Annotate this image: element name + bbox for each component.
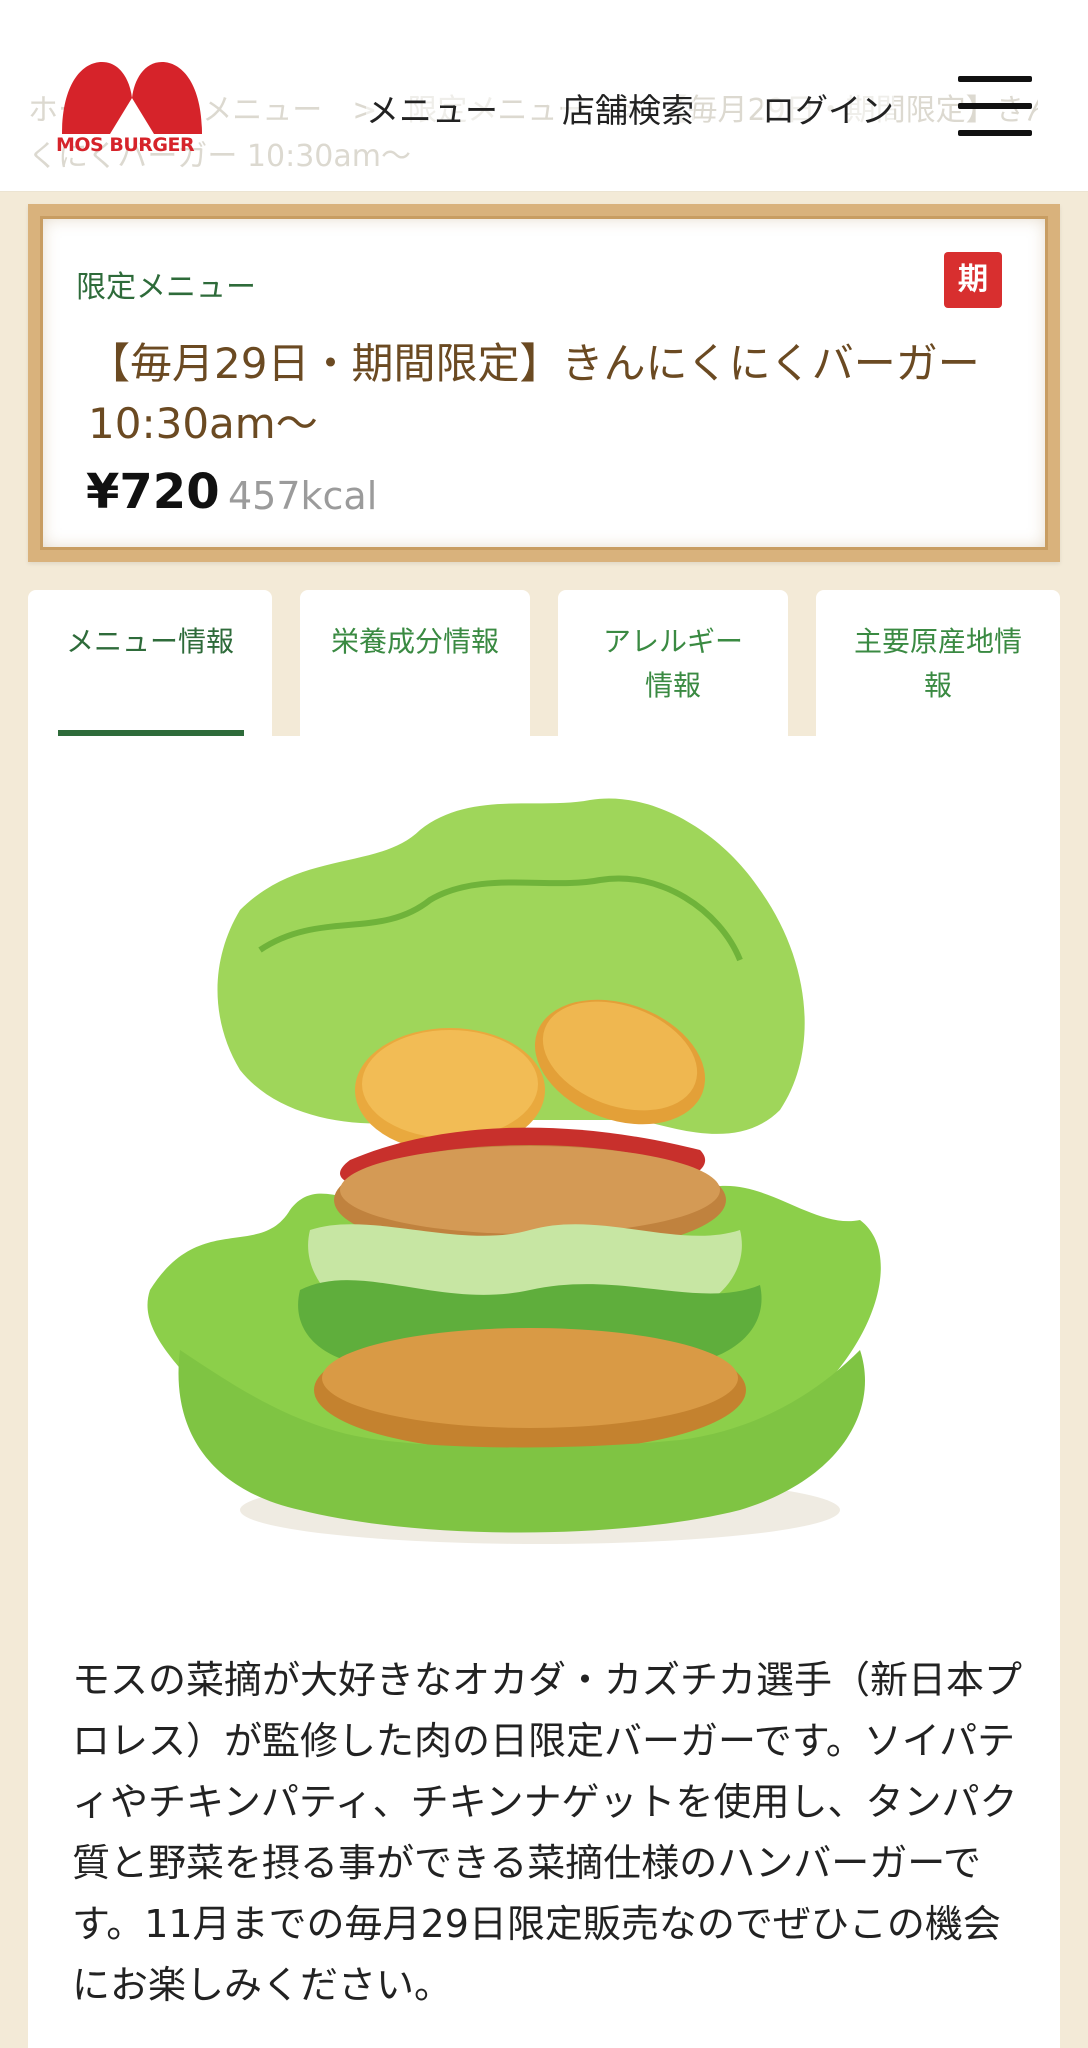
product-calories: 457kcal xyxy=(228,474,378,518)
tab-origin-info[interactable]: 主要原産地情報 xyxy=(816,590,1060,736)
burger-product-image xyxy=(147,798,881,1544)
tab-label: アレルギー情報 xyxy=(602,625,743,702)
hamburger-menu-icon[interactable] xyxy=(958,76,1032,136)
tab-allergy-info[interactable]: アレルギー情報 xyxy=(558,590,788,736)
product-title: 【毎月29日・期間限定】きんにくにくバーガー 10:30am〜 xyxy=(88,339,980,448)
logo-text: MOS BURGER xyxy=(56,134,195,156)
nav-login-link[interactable]: ログイン xyxy=(762,84,894,132)
product-description: モスの菜摘が大好きなオカダ・カズチカ選手（新日本プロレス）が監修した肉の日限定バ… xyxy=(72,1658,1023,2007)
tab-label: メニュー情報 xyxy=(65,625,234,658)
status-strip xyxy=(0,0,1088,40)
tab-label: 栄養成分情報 xyxy=(330,625,499,658)
category-label: 限定メニュー xyxy=(76,270,256,305)
nav-menu-link[interactable]: メニュー xyxy=(366,84,498,132)
limited-period-badge: 期 xyxy=(944,252,1002,308)
tab-nutrition-info[interactable]: 栄養成分情報 xyxy=(300,590,530,736)
product-price: ¥720 xyxy=(86,464,220,520)
tab-label: 主要原産地情報 xyxy=(853,625,1022,702)
tab-menu-info[interactable]: メニュー情報 xyxy=(28,590,272,740)
nav-store-search-link[interactable]: 店舗検索 xyxy=(562,84,694,132)
